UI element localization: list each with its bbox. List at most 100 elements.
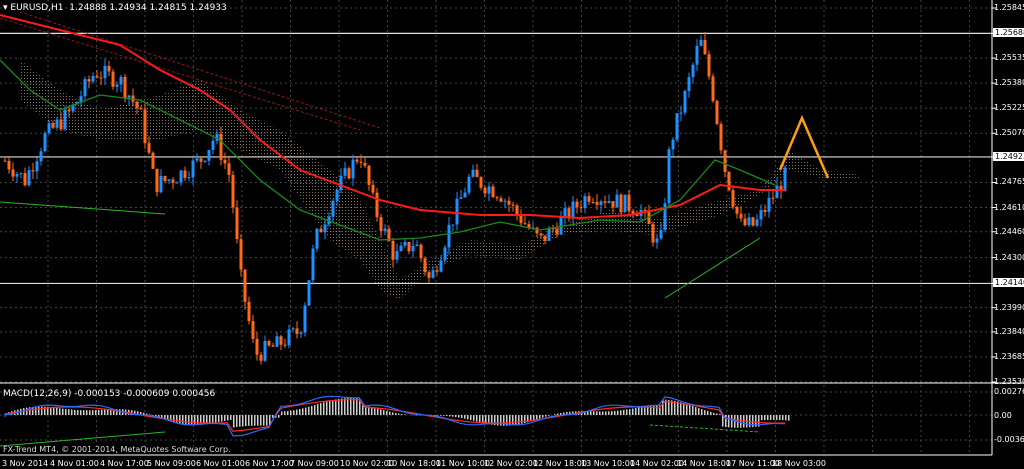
time-tick-label: 13 Nov 10:00 (581, 459, 635, 468)
candle-body (719, 124, 723, 151)
macd-histogram-bar (353, 398, 355, 415)
candle-body (251, 321, 255, 339)
candle-body (611, 201, 615, 208)
candle-body (451, 224, 455, 226)
candle-body (119, 76, 123, 85)
price-tick-label: 1.23990 (994, 302, 1024, 312)
macd-histogram-bar (98, 409, 100, 415)
candle-body (67, 109, 71, 112)
macd-histogram-bar (728, 415, 730, 428)
candle-body (723, 150, 727, 172)
candle-body (763, 210, 767, 212)
candle-body (291, 328, 295, 330)
candle-body (495, 197, 499, 199)
candle-body (139, 107, 143, 110)
macd-histogram-bar (596, 411, 598, 415)
macd-histogram-bar (74, 409, 76, 415)
candle-body (755, 219, 759, 226)
macd-histogram-bar (770, 415, 772, 420)
macd-histogram-bar (767, 415, 769, 421)
candle-body (143, 109, 147, 144)
candle-body (111, 71, 115, 87)
candle-body (703, 39, 707, 55)
macd-histogram-bar (374, 407, 376, 415)
candle-body (247, 301, 251, 322)
macd-histogram-bar (53, 407, 55, 415)
candle-body (671, 139, 675, 150)
macd-histogram-bar (215, 415, 217, 423)
candle-body (307, 280, 311, 306)
candle-body (607, 201, 611, 203)
time-tick-label: 11 Nov 10:00 (436, 459, 490, 468)
candle-body (331, 200, 335, 217)
macd-histogram-bar (290, 410, 292, 415)
candle-body (627, 194, 631, 211)
candle-body (747, 217, 751, 226)
candle-body (179, 170, 183, 183)
candle-body (571, 201, 575, 219)
macd-histogram-bar (68, 409, 70, 415)
candle-body (335, 189, 339, 201)
candle-body (159, 176, 163, 193)
time-tick-label: 12 Nov 02:00 (484, 459, 538, 468)
macd-histogram-bar (683, 403, 685, 415)
macd-histogram-bar (362, 405, 364, 415)
candle-body (315, 228, 319, 249)
macd-histogram-bar (212, 415, 214, 424)
macd-histogram-bar (314, 404, 316, 415)
macd-histogram-bar (242, 415, 244, 427)
candle-body (227, 163, 231, 175)
dropdown-arrow-icon[interactable]: ▾ (3, 3, 8, 13)
candle-body (427, 272, 431, 278)
price-tick-label: 1.25688 (993, 28, 1024, 38)
candle-body (163, 176, 167, 181)
macd-histogram-bar (740, 415, 742, 428)
macd-histogram-bar (557, 413, 559, 415)
macd-histogram-bar (467, 415, 469, 420)
macd-histogram-bar (704, 410, 706, 415)
candle-body (655, 238, 659, 243)
macd-histogram-bar (233, 415, 235, 428)
macd-histogram-bar (377, 408, 379, 415)
macd-histogram-bar (92, 410, 94, 415)
macd-histogram-bar (284, 411, 286, 415)
candle-body (483, 187, 487, 194)
macd-histogram-bar (545, 415, 547, 417)
candle-body (587, 196, 591, 202)
macd-histogram-bar (512, 415, 514, 426)
candle-body (575, 201, 579, 208)
macd-histogram-bar (389, 411, 391, 415)
candle-body (279, 336, 283, 345)
candle-body (699, 39, 703, 46)
candle-body (63, 109, 67, 130)
copyright-text: FX-Trend MT4, © 2001-2014, MetaQuotes So… (3, 445, 231, 454)
candle-body (83, 79, 87, 97)
macd-histogram-bar (443, 415, 445, 416)
candle-body (395, 251, 399, 260)
macd-histogram-bar (590, 411, 592, 415)
candle-body (231, 174, 235, 208)
candle-body (651, 224, 655, 243)
macd-histogram-bar (194, 415, 196, 426)
macd-label: MACD(12,26,9) -0.000153 -0.000609 0.0004… (3, 389, 216, 399)
macd-histogram-bar (611, 411, 613, 415)
candle-body (439, 260, 443, 272)
candle-body (31, 170, 35, 172)
candlesticks (3, 31, 787, 365)
macd-histogram-bar (185, 415, 187, 425)
candle-body (455, 198, 459, 225)
macd-histogram-bar (323, 402, 325, 415)
candle-body (471, 169, 475, 177)
candle-body (415, 244, 419, 247)
macd-histogram-bar (338, 398, 340, 415)
candle-body (547, 228, 551, 241)
grid-lines (0, 0, 996, 455)
macd-histogram-bar (302, 408, 304, 415)
price-tick-label: 1.24765 (994, 177, 1024, 187)
time-tick-label: 10 Nov 02:00 (340, 459, 394, 468)
candle-body (591, 201, 595, 203)
macd-histogram-bar (623, 409, 625, 415)
price-tick-label: 1.25535 (994, 53, 1024, 63)
candle-body (3, 160, 7, 162)
candle-body (203, 160, 207, 162)
